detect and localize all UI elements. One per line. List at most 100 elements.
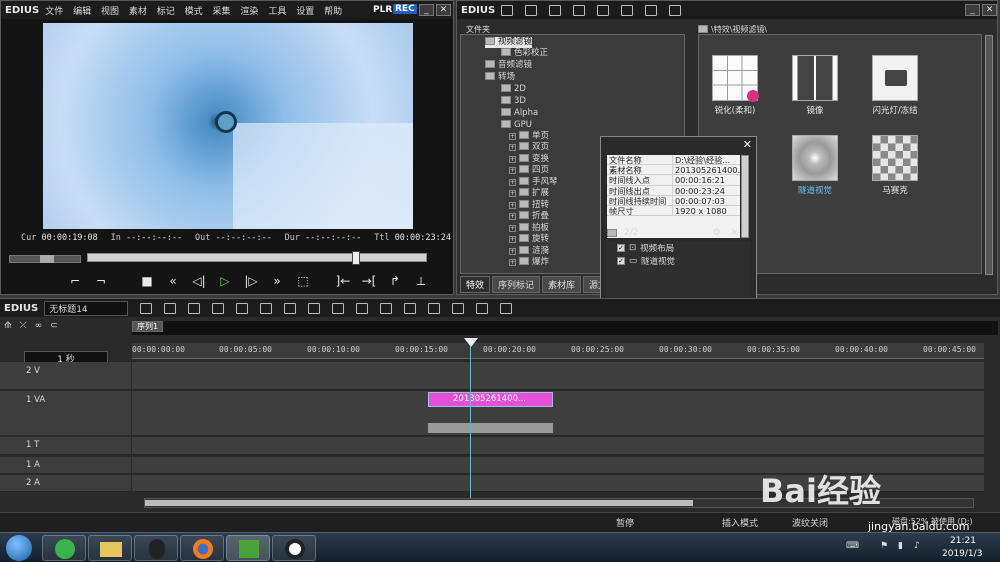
menu-clip[interactable]: 素材: [129, 7, 147, 17]
tree-item[interactable]: 转场: [485, 72, 515, 83]
loop-icon[interactable]: ⬚: [293, 273, 313, 289]
taskbar-app-qq[interactable]: [134, 535, 178, 561]
tree-item[interactable]: Alpha: [501, 108, 538, 119]
track-header-1t[interactable]: 1 T: [0, 437, 131, 455]
add-clip-icon[interactable]: [549, 4, 562, 16]
track-mode-icon[interactable]: ⟰: [4, 321, 12, 335]
save-icon[interactable]: [236, 302, 249, 314]
effects-scrollbar[interactable]: [985, 35, 993, 275]
play-icon[interactable]: ▷: [215, 273, 235, 289]
cut-icon[interactable]: [260, 302, 273, 314]
insert-icon[interactable]: ]←: [333, 273, 353, 289]
open-project-icon[interactable]: [212, 302, 225, 314]
step-back-icon[interactable]: ◁|: [189, 273, 209, 289]
tree-item[interactable]: + 单页: [509, 131, 549, 142]
timeline-clip[interactable]: 201305261400...: [428, 392, 553, 407]
paste-icon[interactable]: [308, 302, 321, 314]
tray-clock-time[interactable]: 21:21: [950, 536, 976, 546]
playhead[interactable]: [470, 340, 471, 498]
menu-capture[interactable]: 采集: [213, 7, 231, 17]
expand-icon[interactable]: +: [509, 225, 516, 232]
taskbar-app-recorder[interactable]: [272, 535, 316, 561]
folder-icon[interactable]: [501, 4, 514, 16]
effect-tunnel-vision[interactable]: 隧道视觉: [785, 135, 845, 196]
player-close-button[interactable]: ✕: [436, 4, 451, 16]
tray-network-icon[interactable]: ▮: [898, 541, 903, 551]
player-minimize-button[interactable]: _: [419, 4, 434, 16]
tray-keyboard-icon[interactable]: ⌨: [846, 541, 859, 551]
expand-icon[interactable]: +: [509, 133, 516, 140]
stop-icon[interactable]: ■: [137, 273, 157, 289]
tray-flag-icon[interactable]: ⚑: [880, 541, 888, 551]
info-close-button[interactable]: ✕: [743, 138, 752, 151]
add-to-timeline-icon[interactable]: [573, 4, 586, 16]
menu-settings[interactable]: 设置: [296, 7, 314, 17]
effect-mirror[interactable]: 镜像: [785, 55, 845, 116]
lock-icon[interactable]: [669, 4, 682, 16]
overwrite-icon[interactable]: →[: [359, 273, 379, 289]
shuttle-knob[interactable]: [40, 255, 54, 263]
track-1t[interactable]: [132, 437, 984, 455]
expand-icon[interactable]: +: [509, 248, 516, 255]
tree-item[interactable]: + 变换: [509, 154, 549, 165]
group-icon[interactable]: ⊂: [50, 321, 58, 335]
sync-icon[interactable]: ⤫: [20, 321, 27, 335]
tree-item[interactable]: + 扩展: [509, 188, 549, 199]
edit-mode[interactable]: 插入模式: [722, 516, 758, 529]
bin-close-button[interactable]: ✕: [982, 4, 997, 16]
tab-sequence-1[interactable]: 序列1: [132, 321, 164, 332]
checkbox-icon[interactable]: ✓: [617, 256, 625, 265]
menu-marker[interactable]: 标记: [157, 7, 175, 17]
tree-item[interactable]: + 爆炸: [509, 257, 549, 268]
taskbar-app-explorer[interactable]: [88, 535, 132, 561]
tree-item[interactable]: + 涟漪: [509, 246, 549, 257]
tab-bin[interactable]: 素材库: [542, 276, 582, 293]
tab-sequence-markers[interactable]: 序列标记: [492, 276, 541, 293]
tree-item[interactable]: + 手风琴: [509, 177, 558, 188]
tree-item[interactable]: + 拍板: [509, 223, 549, 234]
track-header-1va[interactable]: 1 VA: [0, 391, 131, 436]
rec-toggle[interactable]: REC: [393, 4, 417, 14]
tray-clock-date[interactable]: 2019/1/3: [942, 549, 982, 559]
undo-icon[interactable]: [404, 302, 417, 314]
track-header-2a[interactable]: 2 A: [0, 475, 131, 492]
tree-item[interactable]: + 四页: [509, 165, 549, 176]
new-project-icon[interactable]: [188, 302, 201, 314]
set-out-icon[interactable]: ¬: [91, 273, 111, 289]
shuttle-slider[interactable]: [9, 255, 81, 263]
expand-icon[interactable]: +: [509, 259, 516, 266]
tree-item[interactable]: 音频滤镜: [485, 60, 532, 71]
step-forward-icon[interactable]: |▷: [241, 273, 261, 289]
tree-item[interactable]: + 折叠: [509, 211, 549, 222]
track-2v[interactable]: [132, 362, 984, 390]
tree-item[interactable]: 视频滤镜: [485, 37, 533, 48]
plr-toggle[interactable]: PLR: [373, 5, 392, 15]
taskbar-app-browser[interactable]: [42, 535, 86, 561]
position-scrubber[interactable]: [87, 251, 427, 265]
tree-item[interactable]: + 旋转: [509, 234, 549, 245]
up-folder-icon[interactable]: [525, 4, 538, 16]
properties-icon[interactable]: [621, 4, 634, 16]
delete-clip-icon[interactable]: [356, 302, 369, 314]
clip-audio-bar[interactable]: [428, 423, 553, 433]
redo-icon[interactable]: [428, 302, 441, 314]
menu-view[interactable]: 视图: [101, 7, 119, 17]
expand-icon[interactable]: +: [509, 190, 516, 197]
tree-item[interactable]: + 扭转: [509, 200, 549, 211]
marker-icon[interactable]: [452, 302, 465, 314]
track-header-2v[interactable]: 2 V: [0, 362, 131, 390]
menu-mode[interactable]: 模式: [185, 7, 203, 17]
layer-tunnel-vision[interactable]: ✓ ▭ 隧道视觉: [607, 254, 751, 267]
expand-icon[interactable]: +: [509, 213, 516, 220]
hscroll-thumb[interactable]: [145, 500, 693, 506]
bin-minimize-button[interactable]: _: [965, 4, 980, 16]
taskbar-app-edius[interactable]: [226, 535, 270, 561]
tree-item[interactable]: 色彩校正: [501, 48, 548, 59]
scrubber-handle[interactable]: [352, 251, 360, 265]
layer-close-icon[interactable]: ✕: [731, 228, 739, 238]
snapshot-icon[interactable]: [164, 302, 177, 314]
menu-tools[interactable]: 工具: [268, 7, 286, 17]
tab-effects[interactable]: 特效: [460, 276, 491, 293]
effect-sharpen[interactable]: 锐化(柔和): [705, 55, 765, 116]
copy-icon[interactable]: [284, 302, 297, 314]
